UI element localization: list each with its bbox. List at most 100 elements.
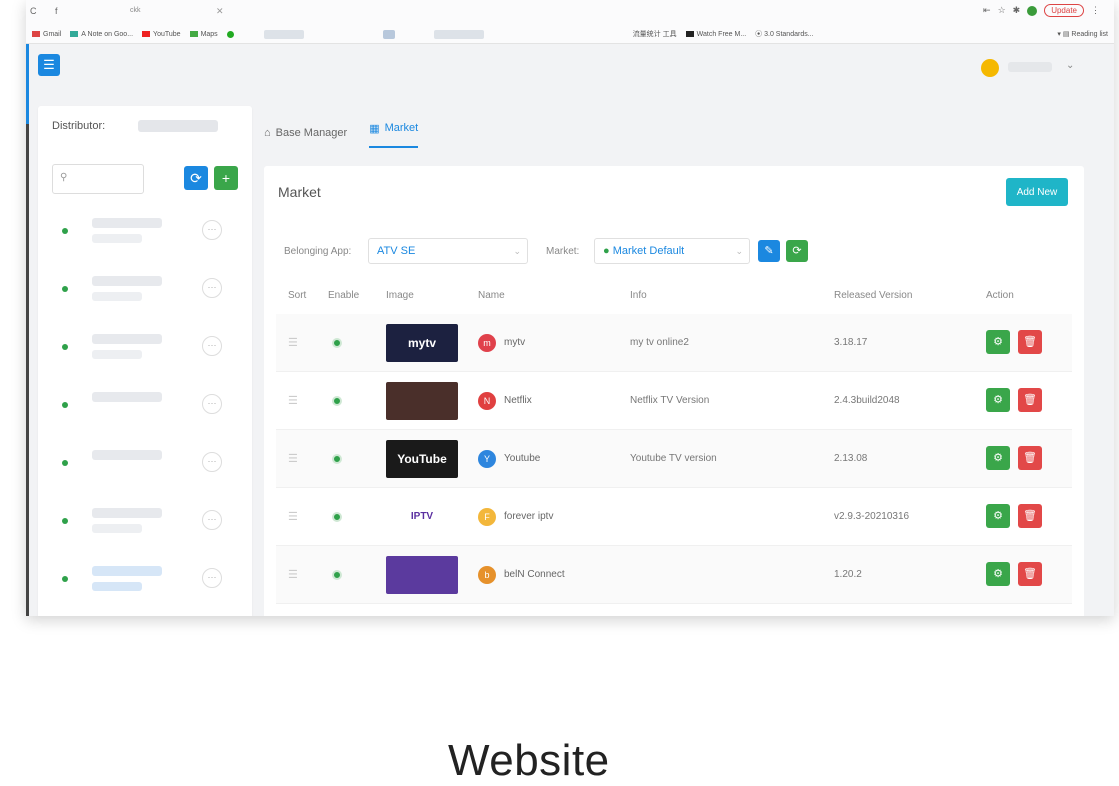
bookmark-blurred[interactable]	[263, 29, 304, 39]
search-input[interactable]: ⚲	[52, 164, 144, 194]
tab-market[interactable]: ▦ Market	[369, 118, 419, 148]
market-select[interactable]: ● Market Default ⌄	[594, 238, 750, 264]
col-action: Action	[986, 290, 1014, 301]
enabled-toggle[interactable]	[332, 454, 342, 464]
tab-base-manager[interactable]: ⌂ Base Manager	[264, 118, 347, 148]
page-title: Market	[278, 184, 321, 200]
bookmark-blurred[interactable]	[433, 29, 484, 39]
refresh-button[interactable]: ⟳	[184, 166, 208, 190]
delete-button[interactable]: 🗑	[1018, 388, 1042, 412]
delete-button[interactable]: 🗑	[1018, 446, 1042, 470]
bookmark-blurred[interactable]	[382, 29, 395, 39]
col-sort[interactable]: Sort	[288, 290, 306, 301]
app-area: ☰ ⌄ Distributor: ⚲ ⟳ + ··· ··· ··· ··· ·…	[26, 44, 1114, 616]
tab-bar: C f ckk ✕ ⇤ ☆ ✱ Update ⋮	[26, 4, 1114, 22]
chevron-down-icon: ⌄	[513, 246, 521, 256]
drag-handle-icon[interactable]: ☰	[288, 336, 298, 349]
user-name-blurred[interactable]	[1008, 62, 1052, 72]
list-item[interactable]: ···	[52, 380, 242, 430]
edit-button[interactable]: ⚙	[986, 504, 1010, 528]
share-icon[interactable]: ⇤	[983, 5, 991, 16]
add-new-button[interactable]: Add New	[1006, 178, 1068, 206]
bookmark-standards[interactable]: ⦿ 3.0 Standards...	[755, 29, 813, 39]
blurred-text	[92, 508, 162, 518]
col-enable[interactable]: Enable	[328, 290, 359, 301]
menu-dots-icon[interactable]: ⋮	[1091, 5, 1100, 16]
enabled-toggle[interactable]	[332, 338, 342, 348]
more-icon[interactable]: ···	[202, 568, 222, 588]
browser-window: C f ckk ✕ ⇤ ☆ ✱ Update ⋮ Gmail A Note on…	[26, 0, 1114, 616]
more-icon[interactable]: ···	[202, 394, 222, 414]
profile-icon[interactable]	[1027, 5, 1038, 16]
star-icon[interactable]: ☆	[998, 5, 1006, 16]
belonging-app-select[interactable]: ATV SE ⌄	[368, 238, 528, 264]
app-thumbnail	[386, 382, 458, 420]
add-button[interactable]: +	[214, 166, 238, 190]
chevron-down-icon[interactable]: ⌄	[1066, 60, 1074, 71]
drag-handle-icon[interactable]: ☰	[288, 568, 298, 581]
market-status-dot-icon: ●	[603, 245, 613, 257]
edit-button[interactable]: ⚙	[986, 330, 1010, 354]
reload-icon[interactable]: C f	[30, 6, 66, 16]
reading-list[interactable]: ▾ ▤ Reading list	[1057, 30, 1108, 38]
chevron-down-icon: ⌄	[735, 246, 743, 256]
distributor-select[interactable]	[138, 120, 218, 132]
more-icon[interactable]: ···	[202, 336, 222, 356]
browser-actions: ⇤ ☆ ✱ Update ⋮	[983, 4, 1100, 17]
extension-icon[interactable]: ✱	[1013, 5, 1021, 16]
table-row[interactable]: ☰ mytv m mytv my tv online2 3.18.17 ⚙ 🗑	[276, 314, 1072, 372]
col-name[interactable]: Name	[478, 290, 505, 301]
delete-button[interactable]: 🗑	[1018, 562, 1042, 586]
menu-toggle-icon[interactable]: ☰	[38, 54, 60, 76]
side-bar-edge	[26, 124, 29, 616]
drag-handle-icon[interactable]: ☰	[288, 510, 298, 523]
youtube-icon	[142, 30, 151, 37]
app-version: 2.13.08	[834, 453, 868, 464]
app-info: my tv online2	[630, 337, 689, 348]
col-released-version[interactable]: Released Version	[834, 290, 912, 301]
bookmark-watch[interactable]: Watch Free M...	[685, 31, 746, 38]
more-icon[interactable]: ···	[202, 220, 222, 240]
avatar[interactable]	[981, 59, 999, 77]
list-item[interactable]: ···	[52, 438, 242, 488]
enabled-toggle[interactable]	[332, 396, 342, 406]
list-item[interactable]: ···	[52, 264, 242, 314]
caption: Website	[448, 736, 610, 785]
edit-button[interactable]: ⚙	[986, 446, 1010, 470]
table-row[interactable]: ☰ b belN Connect 1.20.2 ⚙ 🗑	[276, 546, 1072, 604]
list-item[interactable]: ···	[52, 322, 242, 372]
list-item[interactable]: ···	[52, 496, 242, 546]
table-row[interactable]: ☰ YouTube Y Youtube Youtube TV version 2.13.0…	[276, 430, 1072, 488]
bookmark-youtube[interactable]: YouTube	[142, 31, 181, 38]
edit-button[interactable]: ⚙	[986, 562, 1010, 586]
side-accent	[26, 44, 29, 124]
table-row[interactable]: ☰ IPTV Fforever iptv v2.9.3-20210316 ⚙ 🗑	[276, 488, 1072, 546]
update-button[interactable]: Update	[1044, 4, 1084, 17]
more-icon[interactable]: ···	[202, 452, 222, 472]
edit-market-button[interactable]: ✎	[758, 240, 780, 262]
table-row[interactable]: ☰ N Netflix Netflix TV Version 2.4.3build204…	[276, 372, 1072, 430]
bookmark-note[interactable]: A Note on Goo...	[70, 31, 133, 38]
bookmark-gmail[interactable]: Gmail	[32, 31, 61, 38]
bookmark-dot-icon[interactable]	[226, 30, 234, 38]
app-icon: F	[478, 508, 496, 526]
drag-handle-icon[interactable]: ☰	[288, 452, 298, 465]
edit-button[interactable]: ⚙	[986, 388, 1010, 412]
list-item[interactable]: ···	[52, 554, 242, 604]
refresh-market-button[interactable]: ⟳	[786, 240, 808, 262]
bookmark-maps[interactable]: Maps	[189, 31, 218, 38]
standards-icon: ⦿	[755, 31, 765, 38]
close-tab-icon[interactable]: ✕	[216, 6, 224, 17]
enabled-toggle[interactable]	[332, 512, 342, 522]
drag-handle-icon[interactable]: ☰	[288, 394, 298, 407]
app-name: Youtube	[504, 453, 541, 464]
more-icon[interactable]: ···	[202, 510, 222, 530]
tab-title[interactable]: ckk	[130, 7, 141, 14]
bookmark-stats[interactable]: 流量统计 工具	[633, 29, 677, 39]
app-thumbnail: YouTube	[386, 440, 458, 478]
delete-button[interactable]: 🗑	[1018, 330, 1042, 354]
list-item[interactable]: ···	[52, 206, 242, 256]
delete-button[interactable]: 🗑	[1018, 504, 1042, 528]
more-icon[interactable]: ···	[202, 278, 222, 298]
enabled-toggle[interactable]	[332, 570, 342, 580]
